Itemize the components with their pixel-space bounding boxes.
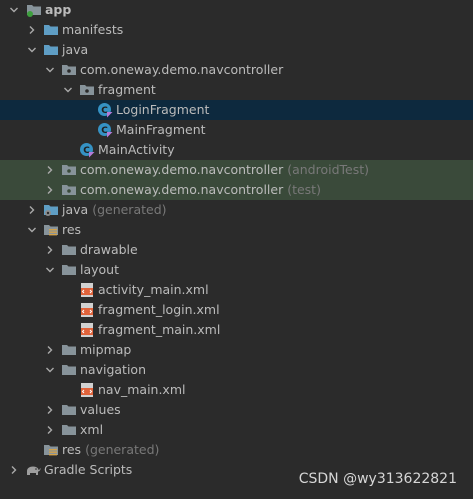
folder-icon [61,342,77,358]
tree-item-values[interactable]: values [0,400,473,420]
tree-item-mipmap[interactable]: mipmap [0,340,473,360]
resource-folder-icon [43,222,59,238]
tree-item-label: Gradle Scripts [44,462,133,477]
chevron-down-icon[interactable] [26,220,38,240]
xml-file-icon [79,302,95,318]
folder-icon [61,262,77,278]
chevron-right-icon[interactable] [44,420,56,440]
tree-item-label: java [62,42,89,57]
package-icon [79,82,95,98]
tree-item-label: mipmap [80,342,132,357]
folder-icon [61,402,77,418]
xml-file-icon [79,322,95,338]
tree-item-activity-main-xml[interactable]: activity_main.xml [0,280,473,300]
package-icon [61,182,77,198]
chevron-right-icon[interactable] [44,180,56,200]
chevron-down-icon[interactable] [62,80,74,100]
package-icon [61,162,77,178]
chevron-right-icon[interactable] [44,400,56,420]
tree-item-manifests[interactable]: manifests [0,20,473,40]
generated-folder-icon [43,202,59,218]
kotlin-class-icon: C [97,122,113,138]
package-icon [61,62,77,78]
folder-icon [61,362,77,378]
tree-item-navigation[interactable]: navigation [0,360,473,380]
tree-item-drawable[interactable]: drawable [0,240,473,260]
tree-item-package-test[interactable]: com.oneway.demo.navcontroller (test) [0,180,473,200]
xml-file-icon [79,282,95,298]
tree-item-nav-main-xml[interactable]: nav_main.xml [0,380,473,400]
tree-item-package-main[interactable]: com.oneway.demo.navcontroller [0,60,473,80]
tree-item-main-fragment[interactable]: C MainFragment [0,120,473,140]
watermark-text: CSDN @wy313622821 [298,471,457,487]
gradle-elephant-icon [25,462,41,478]
chevron-down-icon[interactable] [8,0,20,20]
module-folder-icon [26,2,42,18]
tree-item-label: values [80,402,121,417]
folder-icon [43,22,59,38]
tree-item-res[interactable]: res [0,220,473,240]
tree-item-label: LoginFragment [116,102,210,117]
tree-item-label: navigation [80,362,146,377]
chevron-right-icon[interactable] [44,340,56,360]
tree-item-label: app [45,2,72,17]
tree-item-label: nav_main.xml [98,382,186,397]
kotlin-class-icon: C [79,142,95,158]
xml-file-icon [79,382,95,398]
folder-icon [43,42,59,58]
chevron-right-icon[interactable] [44,160,56,180]
tree-item-label: drawable [80,242,138,257]
chevron-right-icon[interactable] [44,240,56,260]
tree-item-label: fragment_main.xml [98,322,221,337]
tree-item-label: manifests [62,22,124,37]
tree-item-xml[interactable]: xml [0,420,473,440]
tree-item-app[interactable]: app [0,0,473,20]
chevron-right-icon[interactable] [26,20,38,40]
tree-item-label: res (generated) [62,442,160,457]
tree-item-label: com.oneway.demo.navcontroller (androidTe… [80,162,370,177]
tree-item-label: layout [80,262,120,277]
tree-item-label: fragment_login.xml [98,302,220,317]
chevron-down-icon[interactable] [44,60,56,80]
tree-item-fragment-main-xml[interactable]: fragment_main.xml [0,320,473,340]
tree-item-layout[interactable]: layout [0,260,473,280]
folder-icon [61,242,77,258]
chevron-down-icon[interactable] [44,260,56,280]
chevron-down-icon[interactable] [26,40,38,60]
tree-item-label: MainFragment [116,122,206,137]
tree-item-label: com.oneway.demo.navcontroller (test) [80,182,321,197]
tree-item-label: fragment [98,82,156,97]
tree-item-main-activity[interactable]: C MainActivity [0,140,473,160]
tree-item-label: xml [80,422,104,437]
tree-item-label: MainActivity [98,142,175,157]
tree-item-login-fragment[interactable]: C LoginFragment [0,100,473,120]
folder-icon [61,422,77,438]
tree-item-fragment[interactable]: fragment [0,80,473,100]
resource-folder-icon [43,442,59,458]
tree-item-label: com.oneway.demo.navcontroller [80,62,284,77]
tree-item-res-generated[interactable]: res (generated) [0,440,473,460]
tree-item-java-generated[interactable]: java (generated) [0,200,473,220]
tree-item-java[interactable]: java [0,40,473,60]
project-tree: app manifests java com.oneway.demo.navco… [0,0,473,477]
tree-item-fragment-login-xml[interactable]: fragment_login.xml [0,300,473,320]
chevron-right-icon[interactable] [26,200,38,220]
kotlin-class-icon: C [97,102,113,118]
chevron-down-icon[interactable] [44,360,56,380]
tree-item-package-android-test[interactable]: com.oneway.demo.navcontroller (androidTe… [0,160,473,180]
tree-item-label: res [62,222,82,237]
chevron-right-icon[interactable] [8,460,20,480]
tree-item-label: activity_main.xml [98,282,209,297]
tree-item-label: java (generated) [62,202,167,217]
